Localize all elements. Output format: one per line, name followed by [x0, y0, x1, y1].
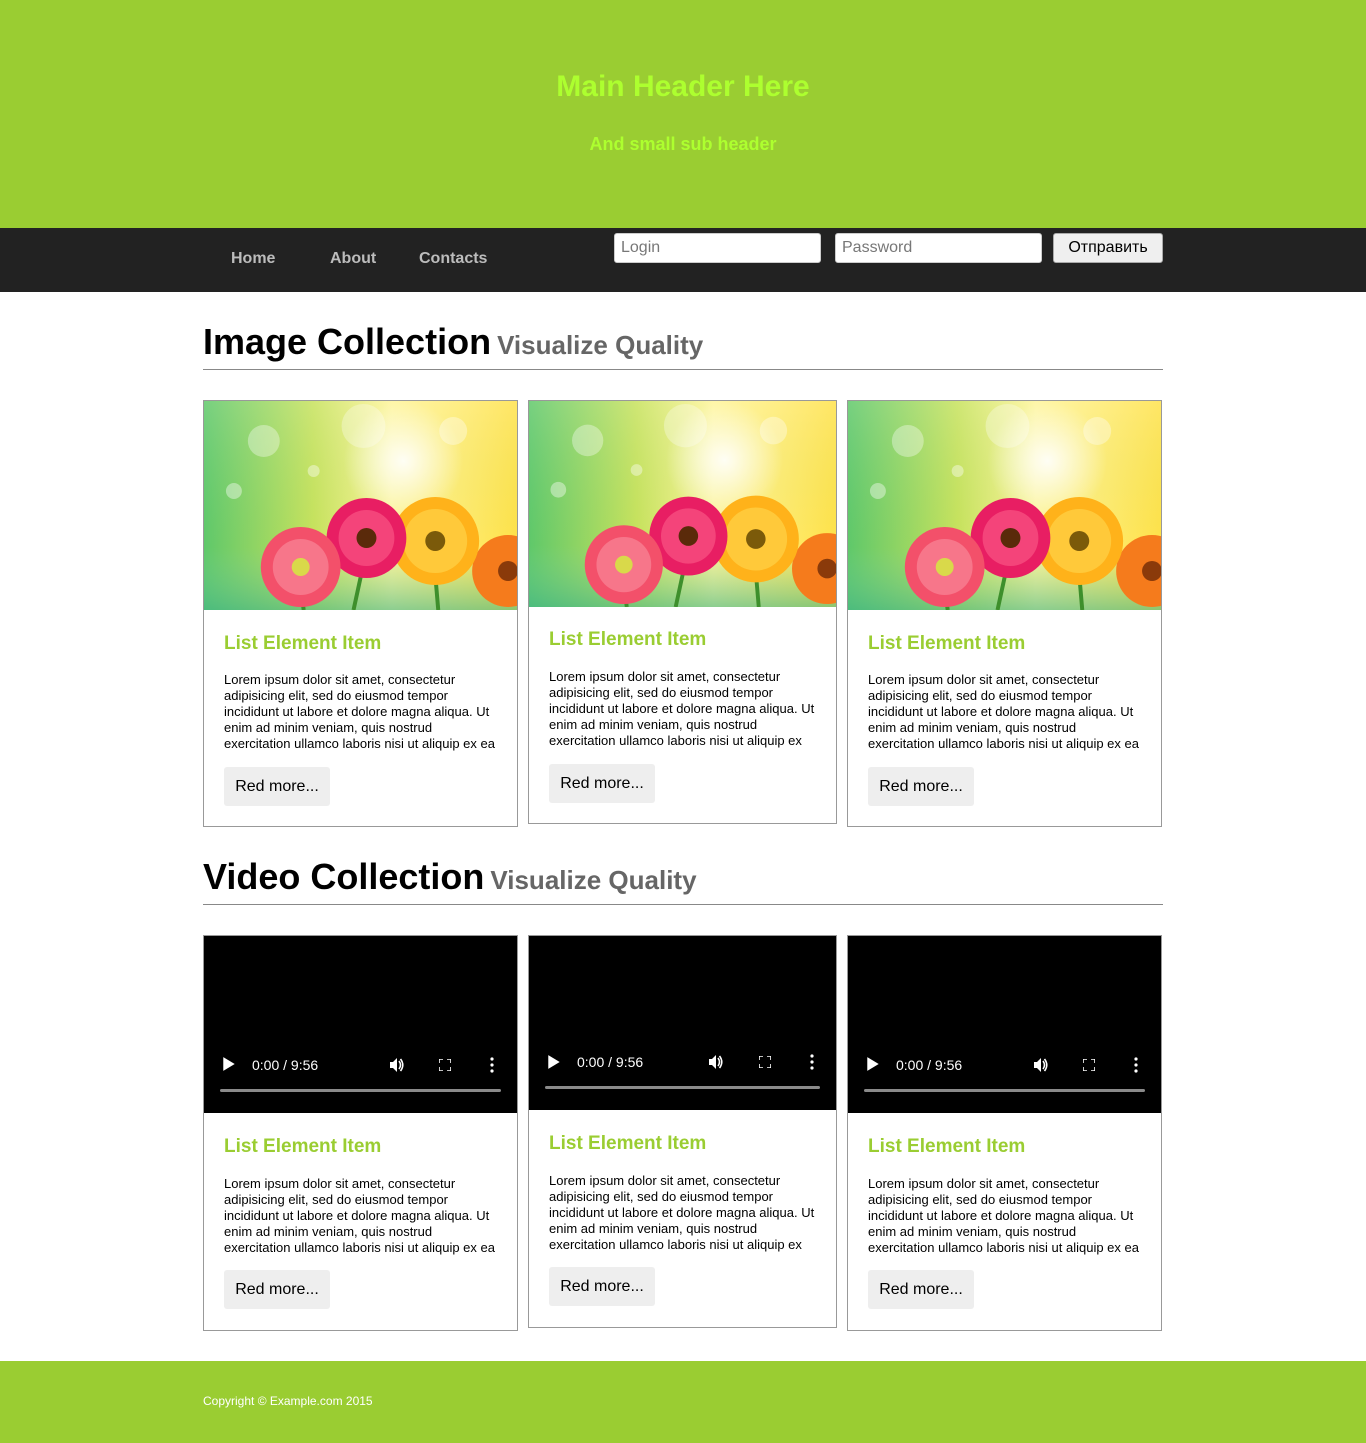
read-more-button[interactable]: Red more... [549, 764, 655, 803]
login-input[interactable] [614, 233, 821, 263]
volume-icon[interactable] [389, 1057, 405, 1073]
section-title: Video Collection [203, 856, 485, 897]
copyright-text: Copyright © Example.com 2015 [203, 1394, 373, 1408]
play-icon[interactable] [547, 1054, 561, 1070]
nav-link-contacts[interactable]: Contacts [419, 250, 487, 268]
video-time: 0:00 / 9:56 [252, 1057, 319, 1073]
video-progress-bar[interactable] [545, 1086, 820, 1089]
card-text: Lorem ipsum dolor sit amet, consectetur … [868, 672, 1139, 751]
section-subtitle: Visualize Quality [497, 330, 704, 360]
more-options-icon[interactable] [490, 1057, 494, 1073]
video-card: 0:00 / 9:56 List Element Item Lorem ipsu… [203, 935, 518, 1331]
play-icon[interactable] [866, 1056, 880, 1072]
card-text: Lorem ipsum dolor sit amet, consectetur … [549, 669, 815, 748]
image-card: List Element Item Lorem ipsum dolor sit … [203, 400, 518, 827]
read-more-button[interactable]: Red more... [868, 767, 974, 806]
video-card: 0:00 / 9:56 List Element Item Lorem ipsu… [847, 935, 1162, 1331]
card-title: List Element Item [549, 629, 707, 650]
main-header: Main Header Here [556, 70, 810, 103]
fullscreen-icon[interactable] [759, 1056, 771, 1068]
flower-image [529, 401, 836, 607]
video-progress-bar[interactable] [220, 1089, 501, 1092]
read-more-button[interactable]: Red more... [549, 1267, 655, 1306]
video-collection-heading: Video Collection Visualize Quality [203, 857, 1163, 905]
card-title: List Element Item [868, 633, 1026, 654]
card-title: List Element Item [224, 1136, 382, 1157]
navbar: Home About Contacts Отправить [0, 228, 1366, 292]
video-player[interactable]: 0:00 / 9:56 [529, 936, 836, 1110]
read-more-button[interactable]: Red more... [224, 767, 330, 806]
video-time: 0:00 / 9:56 [577, 1054, 644, 1070]
fullscreen-icon[interactable] [1083, 1059, 1095, 1071]
image-card: List Element Item Lorem ipsum dolor sit … [847, 400, 1162, 827]
play-icon[interactable] [222, 1056, 236, 1072]
more-options-icon[interactable] [1134, 1057, 1138, 1073]
password-input[interactable] [835, 233, 1042, 263]
sub-header: And small sub header [589, 134, 777, 154]
card-text: Lorem ipsum dolor sit amet, consectetur … [224, 672, 495, 751]
card-text: Lorem ipsum dolor sit amet, consectetur … [549, 1173, 815, 1252]
submit-button[interactable]: Отправить [1053, 233, 1163, 263]
volume-icon[interactable] [708, 1054, 724, 1070]
video-player[interactable]: 0:00 / 9:56 [848, 936, 1161, 1113]
video-player[interactable]: 0:00 / 9:56 [204, 936, 517, 1113]
section-title: Image Collection [203, 321, 492, 362]
image-collection-heading: Image Collection Visualize Quality [203, 322, 1163, 370]
nav-link-home[interactable]: Home [231, 250, 275, 268]
nav-link-about[interactable]: About [330, 250, 376, 268]
card-text: Lorem ipsum dolor sit amet, consectetur … [868, 1176, 1139, 1255]
volume-icon[interactable] [1033, 1057, 1049, 1073]
video-card: 0:00 / 9:56 List Element Item Lorem ipsu… [528, 935, 837, 1328]
site-header: Main Header Here And small sub header [0, 0, 1366, 228]
site-footer: Copyright © Example.com 2015 [0, 1361, 1366, 1443]
video-time: 0:00 / 9:56 [896, 1057, 963, 1073]
more-options-icon[interactable] [810, 1054, 814, 1070]
read-more-button[interactable]: Red more... [868, 1270, 974, 1309]
card-title: List Element Item [549, 1133, 707, 1154]
read-more-button[interactable]: Red more... [224, 1270, 330, 1309]
card-title: List Element Item [868, 1136, 1026, 1157]
flower-image [848, 401, 1161, 610]
fullscreen-icon[interactable] [439, 1059, 451, 1071]
card-title: List Element Item [224, 633, 382, 654]
card-text: Lorem ipsum dolor sit amet, consectetur … [224, 1176, 495, 1255]
video-progress-bar[interactable] [864, 1089, 1145, 1092]
flower-image [204, 401, 517, 610]
image-card: List Element Item Lorem ipsum dolor sit … [528, 400, 837, 824]
section-subtitle: Visualize Quality [490, 865, 697, 895]
